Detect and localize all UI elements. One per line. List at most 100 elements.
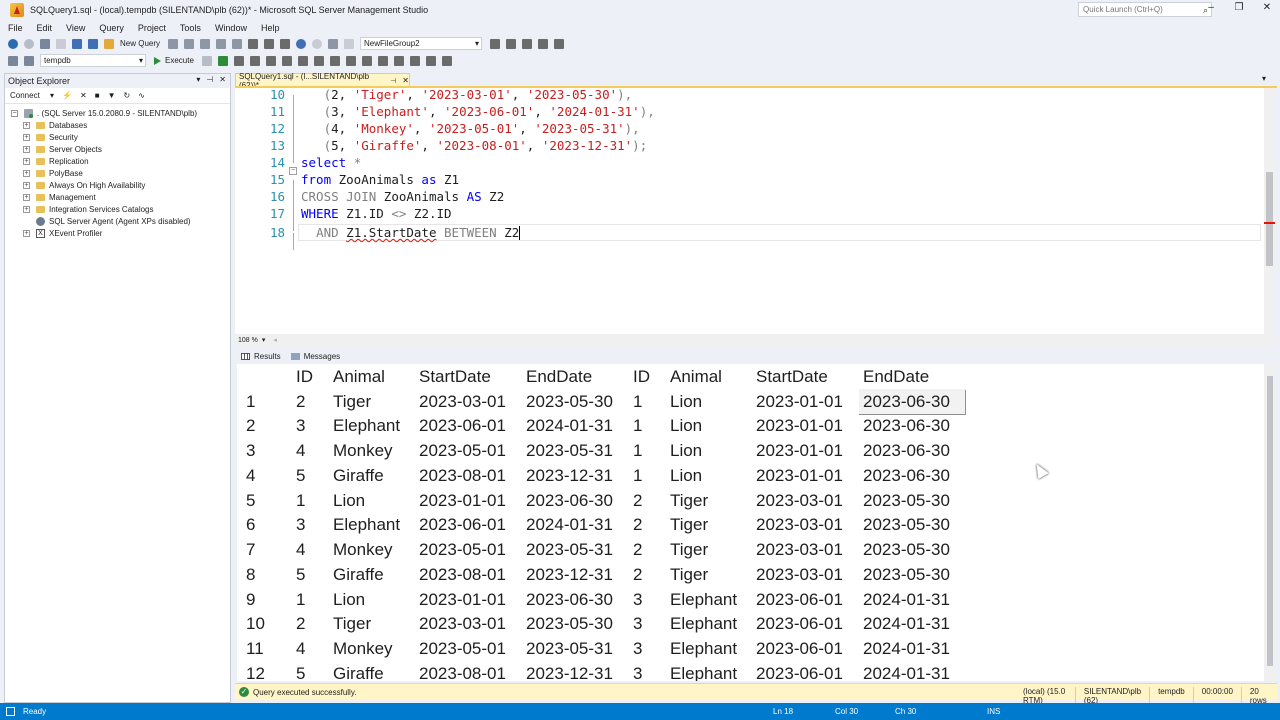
table-cell[interactable]: 2023-05-30 (859, 563, 966, 588)
table-row[interactable]: 8 5 Giraffe 2023-08-01 2023-12-31 2 Tiger 2023-… (238, 563, 966, 588)
table-cell[interactable]: 2023-06-01 (415, 513, 522, 538)
table-cell[interactable]: 1 (292, 587, 329, 612)
table-cell[interactable]: 2023-06-30 (859, 414, 966, 439)
menu-tools[interactable]: Tools (180, 23, 201, 33)
table-cell[interactable]: 2023-03-01 (752, 563, 859, 588)
table-cell[interactable]: 2023-03-01 (415, 612, 522, 637)
wrench-icon[interactable] (506, 38, 517, 49)
table-cell[interactable]: 2023-03-01 (752, 513, 859, 538)
properties-icon[interactable] (490, 38, 501, 49)
new-query-icon[interactable] (104, 38, 114, 49)
table-row[interactable]: 12 5 Giraffe 2023-08-01 2023-12-31 3 Elephant 2… (238, 662, 966, 681)
table-cell[interactable]: 2023-05-01 (415, 538, 522, 563)
table-cell[interactable]: 2023-06-30 (858, 388, 966, 415)
change-connection-icon[interactable] (24, 55, 34, 66)
close-icon[interactable]: ✕ (1262, 2, 1272, 13)
minimize-icon[interactable]: – (1206, 2, 1216, 13)
table-cell[interactable]: 2 (292, 389, 329, 414)
activity-icon[interactable]: ∿ (138, 91, 145, 100)
table-cell[interactable]: 2023-06-30 (859, 439, 966, 464)
table-cell[interactable]: 2 (292, 612, 329, 637)
table-cell[interactable]: 2023-01-01 (752, 414, 859, 439)
table-cell[interactable]: 3 (629, 662, 666, 681)
tab-results[interactable]: Results (241, 352, 281, 361)
row-number-cell[interactable]: 5 (238, 488, 292, 513)
add-item-icon[interactable] (56, 38, 66, 49)
table-cell[interactable]: 5 (292, 662, 329, 681)
table-cell[interactable]: 2023-06-01 (752, 637, 859, 662)
row-number-cell[interactable]: 4 (238, 464, 292, 489)
table-cell[interactable]: 2023-06-30 (522, 587, 629, 612)
cancel-query-icon[interactable] (201, 55, 212, 66)
table-cell[interactable]: 2023-05-30 (522, 389, 629, 414)
table-cell[interactable]: 2023-03-01 (415, 389, 522, 414)
table-cell[interactable]: Lion (329, 587, 415, 612)
table-cell[interactable]: Tiger (329, 389, 415, 414)
tree-node-server-objects[interactable]: + Server Objects (5, 143, 230, 155)
solution-config-icon[interactable] (344, 38, 355, 49)
output-window-icon[interactable] (6, 707, 15, 716)
disconnect-icon[interactable]: ✕ (80, 91, 87, 100)
table-cell[interactable]: 2023-06-01 (752, 612, 859, 637)
table-cell[interactable]: 2023-01-01 (752, 439, 859, 464)
menu-window[interactable]: Window (215, 23, 247, 33)
expand-icon[interactable]: + (23, 145, 30, 153)
table-cell[interactable]: 2 (629, 538, 666, 563)
tree-node-integration-services[interactable]: + Integration Services Catalogs (5, 203, 230, 215)
table-row[interactable]: 11 4 Monkey 2023-05-01 2023-05-31 3 Elephant 20… (238, 637, 966, 662)
tree-node-databases[interactable]: + Databases (5, 119, 230, 131)
expand-icon[interactable]: + (23, 181, 30, 189)
table-cell[interactable]: 2023-08-01 (415, 662, 522, 681)
table-cell[interactable]: 2023-01-01 (752, 389, 859, 414)
row-number-cell[interactable]: 3 (238, 439, 292, 464)
query-editor[interactable]: 10 (2, 'Tiger', '2023-03-01', '2023-05-3… (235, 87, 1275, 334)
table-cell[interactable]: 1 (629, 464, 666, 489)
menu-edit[interactable]: Edit (37, 23, 53, 33)
filegroup-select[interactable]: NewFileGroup2 (360, 37, 483, 50)
table-cell[interactable]: Giraffe (329, 662, 415, 681)
connect-icon[interactable]: ⚡ (62, 91, 72, 100)
table-cell[interactable]: 1 (629, 414, 666, 439)
pin-icon[interactable]: ⊣ (390, 77, 396, 85)
table-row[interactable]: 3 4 Monkey 2023-05-01 2023-05-31 1 Lion 2023-01… (238, 439, 966, 464)
results-grid[interactable]: ID Animal StartDate EndDate ID Animal St… (237, 364, 966, 681)
tree-node-server[interactable]: − . (SQL Server 15.0.2080.9 - SILENTAND\… (5, 107, 230, 119)
tree-node-replication[interactable]: + Replication (5, 155, 230, 167)
tree-node-polybase[interactable]: + PolyBase (5, 167, 230, 179)
results-to-file-icon[interactable] (361, 55, 372, 66)
table-cell[interactable]: 2024-01-31 (859, 637, 966, 662)
table-cell[interactable]: Elephant (666, 637, 752, 662)
table-cell[interactable]: Lion (666, 439, 752, 464)
mdx-query-icon[interactable] (184, 38, 195, 49)
table-row[interactable]: 4 5 Giraffe 2023-08-01 2023-12-31 1 Lion 2023-0… (238, 464, 966, 489)
redo-icon[interactable] (312, 38, 323, 49)
table-cell[interactable]: 2023-06-30 (522, 488, 629, 513)
table-cell[interactable]: 2024-01-31 (859, 612, 966, 637)
table-cell[interactable]: Elephant (329, 513, 415, 538)
row-number-cell[interactable]: 2 (238, 414, 292, 439)
quick-launch-input[interactable]: Quick Launch (Ctrl+Q) ⌕ (1078, 2, 1212, 17)
row-number-cell[interactable]: 7 (238, 538, 292, 563)
close-icon[interactable]: ✕ (402, 76, 409, 85)
row-number-cell[interactable]: 12 (238, 662, 292, 681)
table-cell[interactable]: 2023-05-31 (522, 439, 629, 464)
table-row[interactable]: 10 2 Tiger 2023-03-01 2023-05-30 3 Elephant 202… (238, 612, 966, 637)
scroll-left-icon[interactable]: ◂ (273, 336, 277, 344)
table-cell[interactable]: 2023-01-01 (752, 464, 859, 489)
table-cell[interactable]: Monkey (329, 439, 415, 464)
table-cell[interactable]: 2 (629, 513, 666, 538)
tree-node-sql-agent[interactable]: SQL Server Agent (Agent XPs disabled) (5, 215, 230, 227)
table-cell[interactable]: 2023-12-31 (522, 563, 629, 588)
table-cell[interactable]: Lion (666, 414, 752, 439)
table-cell[interactable]: Giraffe (329, 464, 415, 489)
column-header[interactable]: StartDate (414, 364, 522, 390)
table-row[interactable]: 1 2 Tiger 2023-03-01 2023-05-30 1 Lion 2023-01-… (238, 388, 966, 415)
database-select[interactable]: tempdb (40, 54, 146, 67)
table-cell[interactable]: 2023-08-01 (415, 563, 522, 588)
close-icon[interactable]: ✕ (219, 75, 226, 84)
results-to-text-icon[interactable] (329, 55, 340, 66)
table-cell[interactable]: 2 (629, 488, 666, 513)
activity-monitor-icon[interactable] (328, 38, 339, 49)
results-scroll-thumb[interactable] (1267, 376, 1273, 666)
table-cell[interactable]: Giraffe (329, 563, 415, 588)
